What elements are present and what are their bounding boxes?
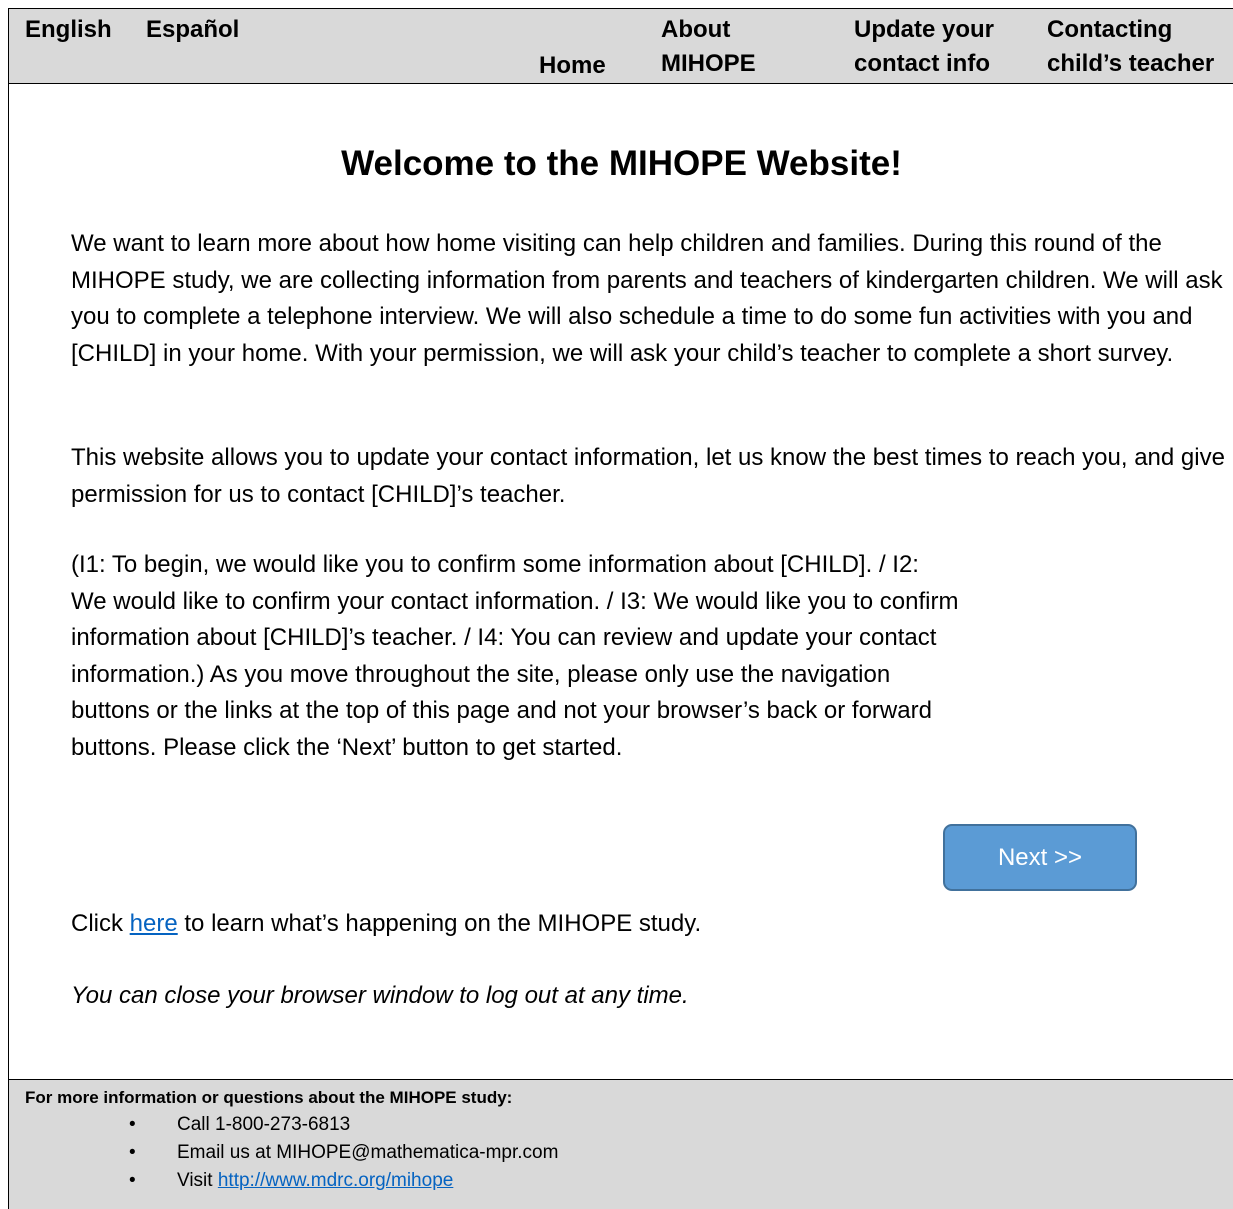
top-navigation: English Español Home About MIHOPE Update… <box>8 8 1233 84</box>
nav-about-line1: About <box>661 16 731 43</box>
list-item: • Call 1-800-273-6813 <box>129 1111 558 1139</box>
nav-update-line1: Update your <box>854 16 995 43</box>
website-purpose-paragraph: This website allows you to update your c… <box>71 444 1225 508</box>
nav-home-link[interactable]: Home <box>539 49 606 83</box>
main-content: Welcome to the MIHOPE Website! We want t… <box>8 84 1233 1080</box>
footer-contact-list: • Call 1-800-273-6813 • Email us at MIHO… <box>129 1111 558 1195</box>
nav-contact-line1: Contacting <box>1047 16 1173 43</box>
footer-visit-prefix: Visit <box>177 1170 218 1191</box>
logout-note: You can close your browser window to log… <box>71 982 689 1009</box>
study-news-suffix: to learn what’s happening on the MIHOPE … <box>177 910 702 937</box>
nav-about-link[interactable]: About MIHOPE <box>661 13 756 81</box>
study-news-line: Click here to learn what’s happening on … <box>71 906 701 942</box>
next-button[interactable]: Next >> <box>943 824 1137 891</box>
nav-about-line2: MIHOPE <box>661 50 756 77</box>
nav-contact-line2: child’s teacher <box>1047 50 1215 77</box>
footer-heading: For more information or questions about … <box>25 1088 513 1107</box>
study-news-prefix: Click <box>71 910 130 937</box>
study-news-link[interactable]: here <box>130 910 178 937</box>
footer-email-text: Email us at MIHOPE@mathematica-mpr.com <box>177 1142 559 1163</box>
nav-contacting-teacher-link[interactable]: Contacting child’s teacher <box>1047 13 1214 81</box>
list-item: • Visit http://www.mdrc.org/mihope <box>129 1167 558 1195</box>
list-item: • Email us at MIHOPE@mathematica-mpr.com <box>129 1139 558 1167</box>
nav-update-contact-link[interactable]: Update your contact info <box>854 13 994 81</box>
bullet-icon: • <box>129 1114 136 1135</box>
nav-update-line2: contact info <box>854 50 990 77</box>
footer-call-text: Call 1-800-273-6813 <box>177 1114 351 1135</box>
page-title: Welcome to the MIHOPE Website! <box>341 144 902 183</box>
page: English Español Home About MIHOPE Update… <box>0 0 1233 1209</box>
intro-paragraph: We want to learn more about how home vis… <box>71 230 1223 367</box>
bullet-icon: • <box>129 1142 136 1163</box>
instructions-paragraph: (I1: To begin, we would like you to conf… <box>71 551 959 761</box>
footer-website-link[interactable]: http://www.mdrc.org/mihope <box>218 1170 453 1191</box>
nav-espanol-link[interactable]: Español <box>146 13 239 47</box>
nav-english-link[interactable]: English <box>25 13 112 47</box>
bullet-icon: • <box>129 1170 136 1191</box>
footer: For more information or questions about … <box>8 1079 1233 1209</box>
next-button-label: Next >> <box>997 843 1083 871</box>
